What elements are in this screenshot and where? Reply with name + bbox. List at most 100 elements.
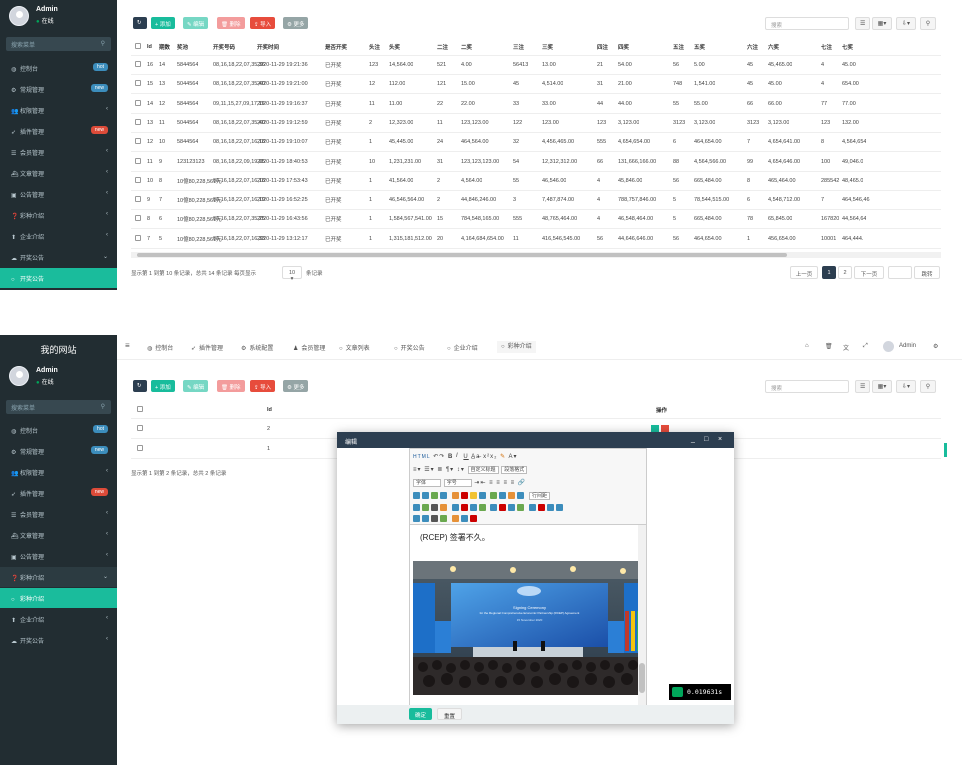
select-all-checkbox[interactable]	[137, 405, 143, 414]
prev-page-button[interactable]: 上一页	[790, 266, 818, 279]
table-row[interactable]: 16 14 5844564 08,16,18,22,07,35,36 2020-11-2…	[131, 56, 941, 75]
format-brush-icon[interactable]: ✎	[500, 454, 506, 460]
settings-icon[interactable]: ⚙	[933, 343, 938, 350]
nav-tab[interactable]: ○ 企业介绍	[447, 343, 478, 352]
font-family-select[interactable]: 字体	[413, 479, 442, 487]
toolbar-row-6[interactable]	[413, 515, 479, 525]
table-search-input[interactable]: 搜索	[765, 380, 849, 393]
row-checkbox[interactable]	[135, 157, 141, 166]
page-1-button[interactable]: 1	[822, 266, 836, 279]
sidebar-search-input[interactable]: 搜索菜单 ⚲	[6, 37, 111, 51]
rcep-ceremony-image[interactable]: Signing Ceremony for the Regional Compre…	[413, 561, 646, 695]
avatar[interactable]	[883, 341, 894, 352]
delete-button[interactable]: 🗑 删除	[217, 380, 245, 392]
search-icon[interactable]: ⚲	[101, 403, 105, 410]
column-header[interactable]: 三奖	[542, 43, 553, 51]
brand-title[interactable]: 我的网站	[0, 343, 117, 356]
redo-icon[interactable]: ↷	[439, 454, 445, 460]
sidebar-item[interactable]: 👥 权限管理 ‹	[0, 100, 117, 120]
table-row[interactable]: 15 13 5044564 08,16,18,22,07,35,40 2020-11-2…	[131, 75, 941, 95]
close-icon[interactable]: ×	[718, 436, 722, 443]
column-header[interactable]: 头注	[369, 43, 380, 51]
column-header[interactable]: 二注	[437, 43, 448, 51]
sidebar-item[interactable]: ◍ 控制台 hot	[0, 420, 117, 440]
import-button[interactable]: ⇪ 导入	[250, 17, 276, 29]
sidebar-item[interactable]: ☰ 会员管理 ‹	[0, 142, 117, 162]
maximize-icon[interactable]: □	[704, 436, 708, 443]
refresh-button[interactable]: ↻	[133, 380, 147, 392]
paragraph-format-select[interactable]: 段落格式	[501, 466, 528, 474]
sidebar-item[interactable]: ➶ 插件管理 new	[0, 483, 117, 503]
table-row[interactable]: 14 12 5844564 09,11,15,27,09,17,19 2020-11-2…	[131, 95, 941, 114]
underline-icon[interactable]: U	[463, 454, 468, 460]
row-checkbox[interactable]	[135, 80, 141, 88]
next-page-button[interactable]: 下一页	[854, 266, 884, 279]
edit-button[interactable]: ✎ 编辑	[183, 17, 209, 29]
horizontal-scrollbar[interactable]	[131, 252, 941, 258]
column-header[interactable]: 奖池	[177, 43, 188, 51]
sidebar-item[interactable]: ⛴文章管理 ‹	[0, 163, 117, 183]
sidebar-item[interactable]: ⛴文章管理 ‹	[0, 525, 117, 545]
html-source-icon[interactable]: HTML	[413, 454, 431, 460]
nav-tab[interactable]: ○ 文章列表	[339, 343, 370, 352]
column-header[interactable]: 开奖时间	[257, 43, 279, 51]
column-header[interactable]: 七奖	[842, 43, 853, 51]
trash-icon[interactable]: 🗑	[825, 343, 833, 350]
paragraph-icon[interactable]: ¶▾	[446, 467, 454, 473]
sidebar-search-input[interactable]: 搜索菜单 ⚲	[6, 400, 111, 414]
column-header[interactable]: 期数	[159, 43, 170, 51]
export-icon[interactable]: ⇩▾	[896, 380, 916, 393]
column-header[interactable]: 七注	[821, 43, 832, 51]
row-checkbox[interactable]	[137, 444, 143, 453]
editor-scrollbar[interactable]	[638, 525, 646, 705]
columns-icon[interactable]: ▦▾	[872, 380, 892, 393]
row-checkbox[interactable]	[135, 118, 141, 127]
refresh-button[interactable]: ↻	[133, 17, 147, 29]
row-checkbox[interactable]	[135, 215, 141, 223]
toolbar-row-1[interactable]: HTML ↶↷ B I U A̲a̶ x²x₂ ✎ A▾	[413, 453, 518, 463]
font-size-select[interactable]: 字号	[443, 479, 472, 487]
row-checkbox[interactable]	[135, 234, 141, 243]
column-header[interactable]: 是否开奖	[325, 43, 347, 51]
language-icon[interactable]: 文	[843, 343, 849, 352]
sidebar-item[interactable]: ⬆ 企业介绍 ‹	[0, 609, 117, 629]
link-icon[interactable]: 🔗	[518, 480, 526, 486]
page-size-select[interactable]: 10 ▾	[282, 266, 302, 282]
toggle-view-icon[interactable]: ☰	[855, 380, 870, 393]
menu-toggle-icon[interactable]: ≡	[125, 341, 130, 350]
table-search-input[interactable]: 搜索	[765, 17, 849, 30]
sidebar-item[interactable]: 👥 权限管理 ‹	[0, 462, 117, 482]
strikethrough-icon[interactable]: a̶	[476, 454, 480, 460]
search-icon[interactable]: ⚲	[920, 17, 936, 30]
modal-header[interactable]: 编辑 _ □ ×	[337, 432, 734, 448]
sidebar-item[interactable]: ☁ 开奖公告 ‹	[0, 630, 117, 650]
row-checkbox[interactable]	[135, 99, 141, 108]
table-row[interactable]: 13 11 5044564 08,16,18,22,07,35,40 2020-11-2…	[131, 114, 941, 133]
reset-button[interactable]: 重置	[437, 708, 463, 720]
row-checkbox[interactable]	[135, 61, 141, 69]
toolbar-row-3[interactable]: 字体 字号 ⇥⇤ ≡ ≡ ≡ ≡ 🔗	[413, 479, 526, 489]
row-checkbox[interactable]	[135, 196, 141, 204]
list-unordered-icon[interactable]: ☰▾	[424, 467, 434, 473]
more-button[interactable]: ⚙ 更多	[283, 17, 309, 29]
add-button[interactable]: + 添加	[151, 17, 175, 29]
row-checkbox[interactable]	[135, 176, 141, 185]
editor-content-text[interactable]: (RCEP) 签署不久。	[420, 532, 490, 543]
table-row[interactable]: 11 9 123123123 08,16,18,22,09,19,05 2020-11-…	[131, 153, 941, 172]
sidebar-item[interactable]: ⚙ 常规管理 new	[0, 79, 117, 99]
nav-tab[interactable]: ➶ 插件管理	[191, 343, 223, 352]
rich-text-editor[interactable]: HTML ↶↷ B I U A̲a̶ x²x₂ ✎ A▾ ≡▾ ☰▾ ≣ ¶▾ …	[409, 448, 647, 706]
columns-icon[interactable]: ▦▾	[872, 17, 892, 30]
page-jump-input[interactable]	[888, 266, 912, 279]
nav-tab[interactable]: ○ 开奖公告	[394, 343, 425, 352]
sidebar-item[interactable]: ▣ 公告管理 ‹	[0, 184, 117, 204]
column-header[interactable]: 六注	[747, 43, 758, 51]
column-header[interactable]: 四奖	[618, 43, 629, 51]
select-all-checkbox[interactable]	[135, 42, 141, 51]
import-button[interactable]: ⇪ 导入	[250, 380, 276, 392]
column-header[interactable]: 二奖	[461, 43, 472, 51]
column-header[interactable]: 五注	[673, 43, 684, 51]
row-checkbox[interactable]	[137, 424, 143, 433]
column-header[interactable]: 六奖	[768, 43, 779, 51]
page-jump-button[interactable]: 跳转	[914, 266, 940, 279]
